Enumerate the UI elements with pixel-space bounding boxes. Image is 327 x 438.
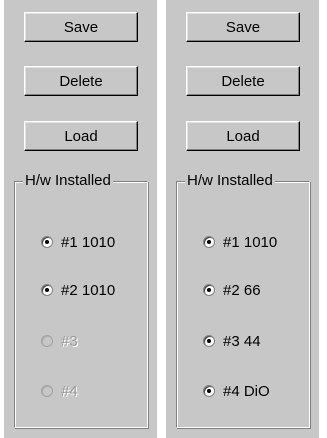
delete-button[interactable]: Delete: [24, 66, 138, 96]
save-button[interactable]: Save: [186, 12, 300, 42]
hardware-panel-right: Save Delete Load H/w Installed #1 1010 #…: [166, 0, 319, 438]
hw-option-3[interactable]: #3 44: [203, 331, 261, 351]
save-button[interactable]: Save: [24, 12, 138, 42]
delete-button[interactable]: Delete: [186, 66, 300, 96]
hw-option-1[interactable]: #1 1010: [203, 232, 277, 252]
radio-disabled-icon: [41, 385, 53, 397]
hw-option-label: #4: [61, 382, 78, 400]
radio-checked-icon[interactable]: [203, 284, 215, 296]
load-button[interactable]: Load: [24, 121, 138, 151]
radio-disabled-icon: [41, 335, 53, 347]
hw-option-label: #1 1010: [223, 233, 278, 251]
hw-installed-group: H/w Installed #1 1010 #2 1010 #3 #4: [14, 172, 148, 428]
hw-option-label: #1 1010: [61, 233, 116, 251]
hw-option-label: #3: [61, 332, 78, 350]
hw-option-1[interactable]: #1 1010: [41, 232, 115, 252]
hw-option-4: #4: [41, 381, 78, 401]
radio-checked-icon[interactable]: [41, 236, 53, 248]
hw-option-label: #2 1010: [61, 281, 116, 299]
hw-option-label: #4 DiO: [223, 382, 270, 400]
hw-installed-label: H/w Installed: [185, 172, 275, 190]
hw-option-4[interactable]: #4 DiO: [203, 381, 270, 401]
hw-installed-group: H/w Installed #1 1010 #2 66 #3 44 #4 DiO: [176, 172, 310, 428]
radio-checked-icon[interactable]: [203, 236, 215, 248]
radio-checked-icon[interactable]: [203, 385, 215, 397]
radio-checked-icon[interactable]: [41, 284, 53, 296]
hw-option-2[interactable]: #2 1010: [41, 280, 115, 300]
hardware-panel-left: Save Delete Load H/w Installed #1 1010 #…: [4, 0, 157, 438]
hw-option-2[interactable]: #2 66: [203, 280, 261, 300]
hw-option-label: #2 66: [223, 281, 261, 299]
hw-installed-label: H/w Installed: [23, 172, 113, 190]
load-button[interactable]: Load: [186, 121, 300, 151]
radio-checked-icon[interactable]: [203, 335, 215, 347]
hw-option-3: #3: [41, 331, 78, 351]
hw-option-label: #3 44: [223, 332, 261, 350]
